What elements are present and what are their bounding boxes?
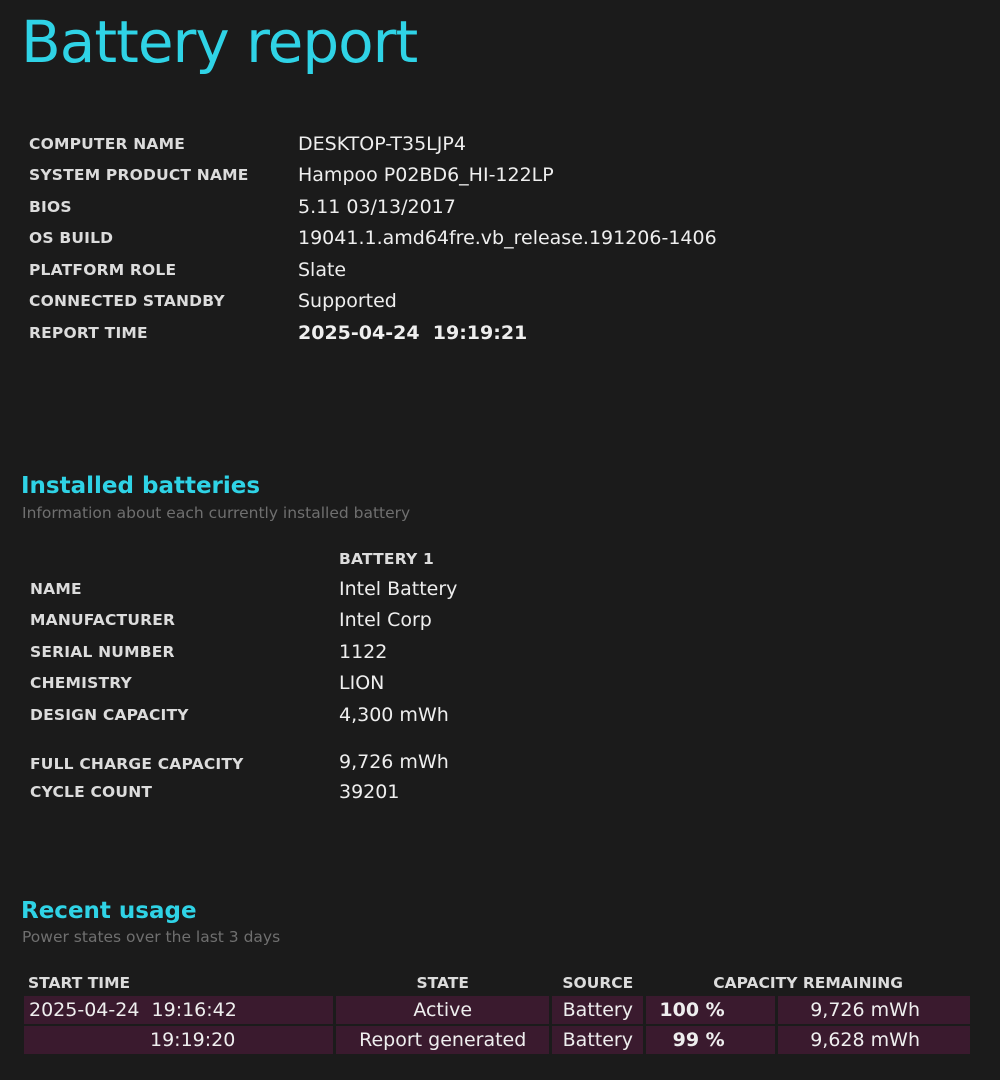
battery-value: Intel Corp: [339, 609, 432, 632]
start-time-cell: 19:19:20: [24, 1026, 334, 1054]
battery-value: 4,300 mWh: [339, 703, 449, 726]
table-row: 2025-04-24 19:16:42 Active Battery 100 %…: [24, 996, 970, 1024]
recent-usage-title: Recent usage: [21, 898, 197, 924]
system-info-table: COMPUTER NAME DESKTOP-T35LJP4 SYSTEM PRO…: [29, 128, 717, 349]
battery-row-serial-number: SERIAL NUMBER 1122: [30, 636, 648, 668]
page-title: Battery report: [21, 8, 418, 76]
battery-value: LION: [339, 672, 385, 695]
battery-header-row: BATTERY 1: [30, 545, 648, 573]
info-row-report-time: REPORT TIME 2025-04-24 19:19:21: [29, 317, 717, 349]
battery-row-chemistry: CHEMISTRY LION: [30, 668, 648, 700]
info-value: Supported: [298, 290, 397, 313]
info-value: Hampoo P02BD6_HI-122LP: [298, 164, 554, 187]
info-label: REPORT TIME: [29, 323, 148, 342]
column-header-source: SOURCE: [562, 974, 634, 992]
table-row: 19:19:20 Report generated Battery 99 % 9…: [24, 1026, 970, 1054]
state-cell: Report generated: [336, 1026, 550, 1054]
installed-batteries-subtitle: Information about each currently install…: [22, 504, 411, 522]
column-header-start-time: START TIME: [28, 974, 131, 992]
battery-row-cycle-count: CYCLE COUNT 39201: [30, 777, 648, 809]
capacity-percent-cell: 99 %: [646, 1026, 775, 1054]
start-date: 2025-04-24: [29, 999, 140, 1021]
info-label: SYSTEM PRODUCT NAME: [29, 166, 249, 185]
battery-row-manufacturer: MANUFACTURER Intel Corp: [30, 605, 648, 637]
capacity-percent-cell: 100 %: [646, 996, 775, 1024]
battery-row-name: NAME Intel Battery: [30, 573, 648, 605]
battery-column-header: BATTERY 1: [339, 550, 434, 568]
battery-label: FULL CHARGE CAPACITY: [30, 754, 244, 773]
battery-row-design-capacity: DESIGN CAPACITY 4,300 mWh: [30, 699, 648, 731]
battery-label: NAME: [30, 579, 82, 598]
state-cell: Active: [336, 996, 550, 1024]
capacity-mwh-cell: 9,628 mWh: [777, 1026, 970, 1054]
battery-label: DESIGN CAPACITY: [30, 705, 189, 724]
source-cell: Battery: [552, 996, 644, 1024]
info-value: 5.11 03/13/2017: [298, 195, 456, 218]
start-time: 19:16:42: [151, 999, 237, 1021]
info-row-connected-standby: CONNECTED STANDBY Supported: [29, 286, 717, 318]
info-row-computer-name: COMPUTER NAME DESKTOP-T35LJP4: [29, 128, 717, 160]
info-value: 19041.1.amd64fre.vb_release.191206-1406: [298, 227, 717, 250]
info-label: BIOS: [29, 197, 72, 216]
battery-value: Intel Battery: [339, 577, 458, 600]
column-header-state: STATE: [416, 974, 469, 992]
battery-value: 39201: [339, 781, 400, 804]
battery-value: 9,726 mWh: [339, 750, 449, 773]
recent-usage-subtitle: Power states over the last 3 days: [22, 928, 281, 946]
installed-batteries-title: Installed batteries: [21, 473, 261, 499]
info-row-bios: BIOS 5.11 03/13/2017: [29, 191, 717, 223]
source-cell: Battery: [552, 1026, 644, 1054]
usage-header-row: START TIME STATE SOURCE CAPACITY REMAINI…: [24, 972, 970, 994]
info-value: DESKTOP-T35LJP4: [298, 132, 466, 155]
recent-usage-table: START TIME STATE SOURCE CAPACITY REMAINI…: [21, 970, 973, 1056]
info-label: OS BUILD: [29, 229, 114, 248]
info-row-system-product-name: SYSTEM PRODUCT NAME Hampoo P02BD6_HI-122…: [29, 160, 717, 192]
start-time-cell: 2025-04-24 19:16:42: [24, 996, 334, 1024]
battery-label: SERIAL NUMBER: [30, 642, 175, 661]
info-label: PLATFORM ROLE: [29, 260, 177, 279]
battery-row-full-charge-capacity: FULL CHARGE CAPACITY 9,726 mWh: [30, 731, 648, 777]
info-row-platform-role: PLATFORM ROLE Slate: [29, 254, 717, 286]
info-label: CONNECTED STANDBY: [29, 292, 225, 311]
column-header-capacity-remaining: CAPACITY REMAINING: [713, 974, 904, 992]
start-time: 19:19:20: [150, 1029, 236, 1051]
battery-label: CYCLE COUNT: [30, 783, 153, 802]
battery-label: MANUFACTURER: [30, 611, 176, 630]
info-row-os-build: OS BUILD 19041.1.amd64fre.vb_release.191…: [29, 223, 717, 255]
info-value: 2025-04-24 19:19:21: [298, 321, 528, 344]
battery-table: BATTERY 1 NAME Intel Battery MANUFACTURE…: [30, 545, 648, 808]
battery-value: 1122: [339, 640, 388, 663]
capacity-mwh-cell: 9,726 mWh: [777, 996, 970, 1024]
battery-label: CHEMISTRY: [30, 674, 132, 693]
info-label: COMPUTER NAME: [29, 134, 185, 153]
info-value: Slate: [298, 258, 347, 281]
